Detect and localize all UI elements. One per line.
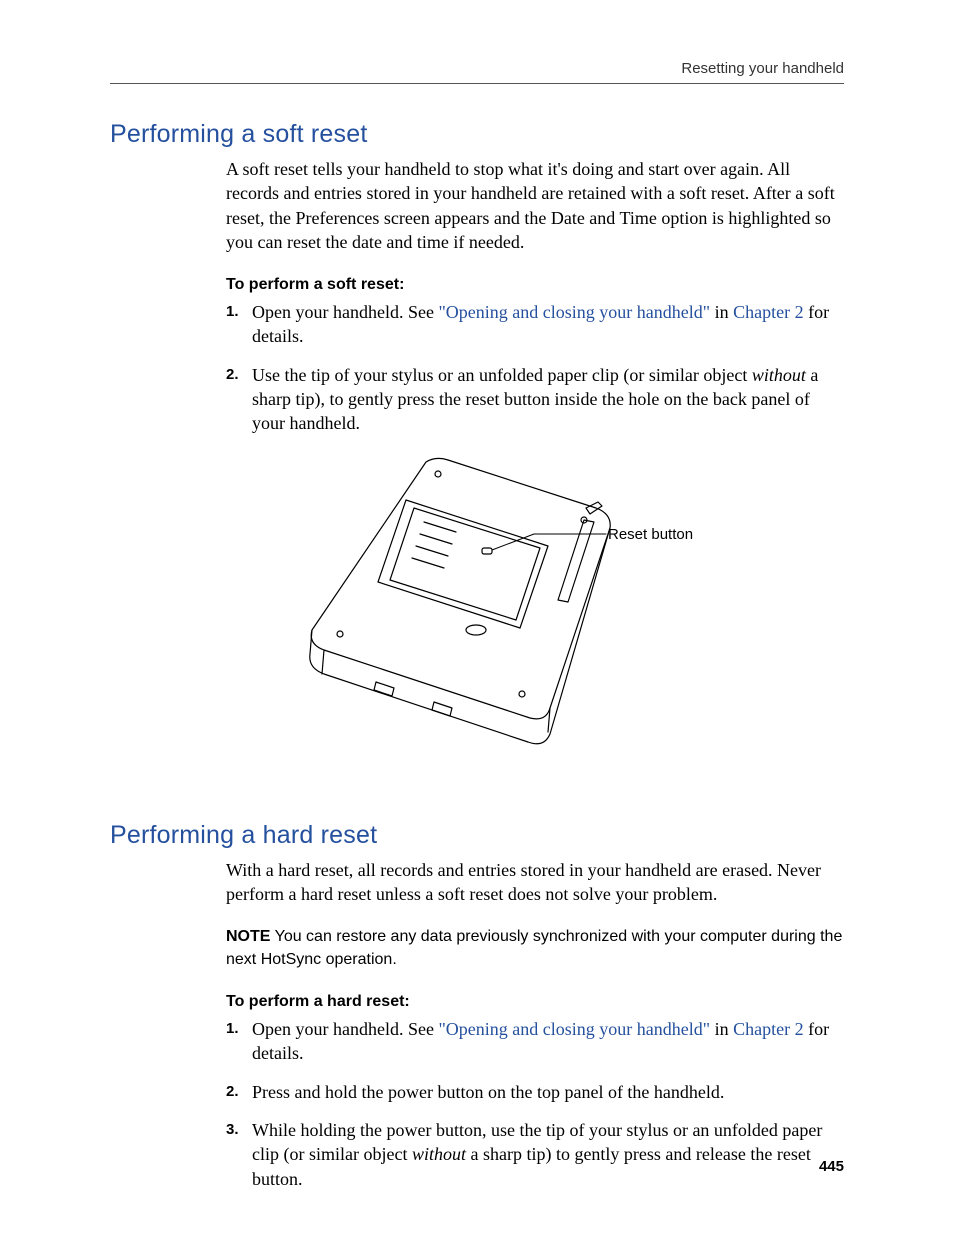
soft-reset-subhead: To perform a soft reset: — [226, 276, 844, 294]
soft-reset-body: A soft reset tells your handheld to stop… — [226, 157, 844, 785]
hard-reset-body: With a hard reset, all records and entri… — [226, 858, 844, 1191]
handheld-figure: Reset button — [266, 450, 844, 785]
hard-reset-intro: With a hard reset, all records and entri… — [226, 858, 844, 907]
handheld-illustration-icon — [266, 450, 696, 780]
running-head: Resetting your handheld — [110, 60, 844, 84]
xref-opening-closing[interactable]: "Opening and closing your handheld" — [438, 302, 710, 322]
hard-step-3: While holding the power button, use the … — [226, 1118, 844, 1191]
step-text: in — [710, 302, 733, 322]
emphasis-without: without — [412, 1144, 466, 1164]
heading-hard-reset: Performing a hard reset — [110, 821, 844, 850]
note-label: NOTE — [226, 928, 270, 945]
soft-step-1: Open your handheld. See "Opening and clo… — [226, 300, 844, 349]
emphasis-without: without — [752, 365, 806, 385]
hard-reset-steps: Open your handheld. See "Opening and clo… — [226, 1017, 844, 1191]
xref-opening-closing[interactable]: "Opening and closing your handheld" — [438, 1019, 710, 1039]
heading-soft-reset: Performing a soft reset — [110, 120, 844, 149]
note-block: NOTE You can restore any data previously… — [226, 926, 844, 971]
step-text: Open your handheld. See — [252, 1019, 438, 1039]
page-number: 445 — [819, 1158, 844, 1175]
soft-step-2: Use the tip of your stylus or an unfolde… — [226, 363, 844, 436]
step-text: Open your handheld. See — [252, 302, 438, 322]
xref-chapter-2[interactable]: Chapter 2 — [733, 1019, 803, 1039]
soft-reset-steps: Open your handheld. See "Opening and clo… — [226, 300, 844, 435]
step-text: Use the tip of your stylus or an unfolde… — [252, 365, 752, 385]
soft-reset-intro: A soft reset tells your handheld to stop… — [226, 157, 844, 254]
xref-chapter-2[interactable]: Chapter 2 — [733, 302, 803, 322]
hard-step-1: Open your handheld. See "Opening and clo… — [226, 1017, 844, 1066]
page: Resetting your handheld Performing a sof… — [0, 0, 954, 1235]
hard-step-2: Press and hold the power button on the t… — [226, 1080, 844, 1104]
hard-reset-subhead: To perform a hard reset: — [226, 993, 844, 1011]
step-text: in — [710, 1019, 733, 1039]
note-body: You can restore any data previously sync… — [226, 928, 842, 967]
callout-reset-button: Reset button — [608, 526, 693, 543]
